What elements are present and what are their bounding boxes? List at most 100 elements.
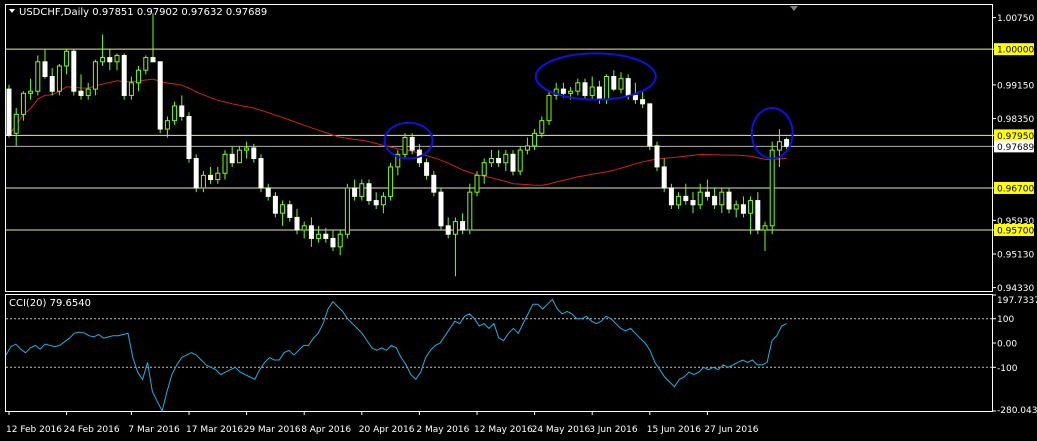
- candle: [121, 53, 127, 100]
- candle-body-up: [539, 120, 545, 134]
- candle: [402, 133, 408, 159]
- candle-body-up: [589, 86, 595, 96]
- candle-body-up: [575, 82, 581, 92]
- candle-body-down: [265, 187, 271, 197]
- y-tick-label: 0.99150: [997, 81, 1034, 91]
- candle-body-down: [323, 233, 329, 239]
- candle-body-down: [150, 57, 156, 63]
- candle-body-down: [330, 237, 336, 248]
- candle: [71, 49, 77, 96]
- candle-body-up: [380, 195, 386, 206]
- candle-body-up: [244, 147, 250, 151]
- candle-body-down: [510, 153, 516, 172]
- candle: [769, 141, 775, 235]
- candle-body-down: [460, 221, 466, 231]
- price-panel-frame: [5, 4, 993, 292]
- candle-body-up: [136, 69, 142, 84]
- candle-body-down: [179, 105, 185, 117]
- candle-body-down: [438, 191, 444, 227]
- candle-body-up: [503, 153, 509, 164]
- candle: [388, 162, 394, 201]
- candle-body-up: [114, 54, 120, 63]
- candle-body-down: [308, 225, 314, 239]
- candle: [726, 187, 732, 214]
- x-tick-label: 20 Apr 2016: [359, 425, 415, 435]
- x-tick-label: 27 Jun 2016: [704, 425, 758, 435]
- candle: [193, 154, 199, 193]
- candle-body-up: [748, 200, 754, 214]
- candle: [6, 84, 12, 138]
- cci-title: CCI(20) 79.6540: [9, 298, 91, 309]
- candle: [474, 171, 480, 197]
- candle-body-down: [208, 174, 214, 181]
- candle-body-up: [388, 166, 394, 197]
- candle-body-down: [71, 50, 77, 92]
- y-tick-label: 0.98350: [997, 115, 1034, 125]
- candle-body-up: [164, 120, 170, 130]
- candle-body-up: [280, 204, 286, 214]
- candle-body-up: [697, 191, 703, 206]
- candle-body-down: [596, 86, 602, 101]
- candle-body-up: [474, 174, 480, 193]
- x-tick-label: 2 May 2016: [416, 425, 469, 435]
- candle-body-down: [690, 200, 696, 206]
- x-tick-label: 7 Mar 2016: [128, 425, 180, 435]
- candle-body-down: [229, 153, 235, 164]
- candle: [258, 154, 264, 193]
- candle: [35, 55, 41, 96]
- cci-tick-label: 100: [997, 315, 1014, 325]
- candle-body-down: [121, 54, 127, 96]
- candle-body-down: [654, 145, 660, 168]
- candle: [431, 171, 437, 197]
- candle-body-up: [568, 90, 574, 94]
- candle-body-down: [582, 82, 588, 96]
- candle-body-down: [668, 187, 674, 206]
- candle-body-up: [56, 65, 62, 92]
- candle-body-down: [258, 158, 264, 189]
- candle-body-up: [481, 162, 487, 176]
- candle-body-down: [186, 115, 192, 160]
- candle: [647, 103, 653, 151]
- candle: [654, 141, 660, 172]
- candle-body-down: [647, 103, 653, 147]
- x-tick-label: 8 Apr 2016: [301, 425, 351, 435]
- y-tick-label: 1.00000: [997, 46, 1034, 56]
- candle-body-up: [769, 149, 775, 227]
- candle-body-down: [49, 76, 55, 92]
- candle-body-down: [632, 94, 638, 101]
- candle: [186, 112, 192, 163]
- candle: [668, 183, 674, 209]
- candle-body-up: [85, 88, 91, 96]
- candle-body-down: [6, 88, 12, 136]
- candle-body-up: [172, 105, 178, 122]
- candle-body-down: [683, 195, 689, 202]
- candle-body-up: [13, 113, 19, 134]
- cci-tick-label: -100: [997, 364, 1018, 374]
- cci-tick-label: 0.00: [997, 340, 1017, 350]
- candle-body-up: [452, 221, 458, 235]
- candle-body-up: [222, 153, 228, 174]
- y-tick-label: 0.95130: [997, 250, 1034, 260]
- candle-body-down: [78, 90, 84, 96]
- y-tick-label: 0.94330: [997, 284, 1034, 294]
- candle-body-down: [704, 191, 710, 197]
- candle-body-up: [776, 141, 782, 151]
- x-tick-label: 24 May 2016: [532, 425, 591, 435]
- x-tick-label: 12 May 2016: [474, 425, 533, 435]
- candle-body-down: [272, 195, 278, 214]
- y-tick-label: 1.00750: [997, 14, 1034, 24]
- candle-body-up: [532, 132, 538, 147]
- x-tick-label: 3 Jun 2016: [589, 425, 638, 435]
- candle-body-up: [517, 149, 523, 172]
- candle-body-down: [294, 216, 300, 231]
- candle-body-up: [236, 149, 242, 164]
- candle-body-up: [719, 191, 725, 206]
- candle-body-down: [251, 147, 257, 160]
- candle-body-down: [424, 162, 430, 176]
- candle-body-up: [488, 158, 494, 164]
- candle-body-up: [524, 145, 530, 151]
- candle-body-up: [35, 61, 41, 92]
- candle: [56, 63, 62, 96]
- price-axis: 1.007501.000000.991500.983500.979500.976…: [992, 14, 1034, 294]
- candle-body-up: [143, 57, 149, 71]
